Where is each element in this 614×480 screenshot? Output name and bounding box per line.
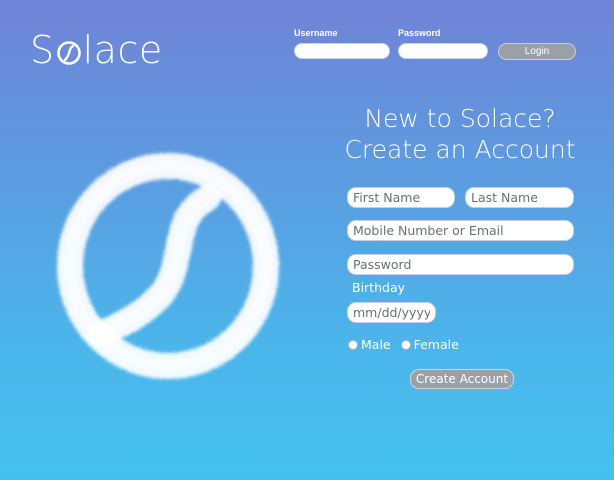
signup-password-input[interactable] — [347, 254, 574, 275]
password-label: Password — [398, 28, 441, 38]
radio-female-label[interactable]: Female — [414, 337, 459, 352]
signup-headline: New to Solace? Create an Account — [330, 103, 590, 165]
radio-male-label[interactable]: Male — [361, 337, 391, 352]
contact-input[interactable] — [347, 220, 574, 241]
birthday-label: Birthday — [352, 280, 406, 295]
brand-logo[interactable]: S lace — [30, 28, 163, 72]
headline-line-2: Create an Account — [344, 135, 576, 164]
headline-line-1: New to Solace? — [364, 104, 556, 133]
username-label: Username — [294, 28, 338, 38]
brand-name-suffix: lace — [82, 28, 163, 72]
last-name-input[interactable] — [465, 187, 574, 208]
gender-radio-group: Male Female — [348, 337, 469, 352]
solace-o-swirl-icon — [56, 41, 81, 65]
first-name-input[interactable] — [347, 187, 455, 208]
radio-female[interactable] — [400, 339, 411, 350]
username-input[interactable] — [294, 43, 390, 59]
create-account-button[interactable]: Create Account — [410, 369, 514, 389]
brand-name-prefix: S — [30, 28, 55, 72]
cloud-swirl-icon — [57, 153, 279, 379]
radio-male[interactable] — [348, 339, 358, 350]
birthday-input[interactable] — [347, 302, 436, 323]
login-button[interactable]: Login — [498, 43, 576, 60]
password-input[interactable] — [398, 43, 488, 59]
